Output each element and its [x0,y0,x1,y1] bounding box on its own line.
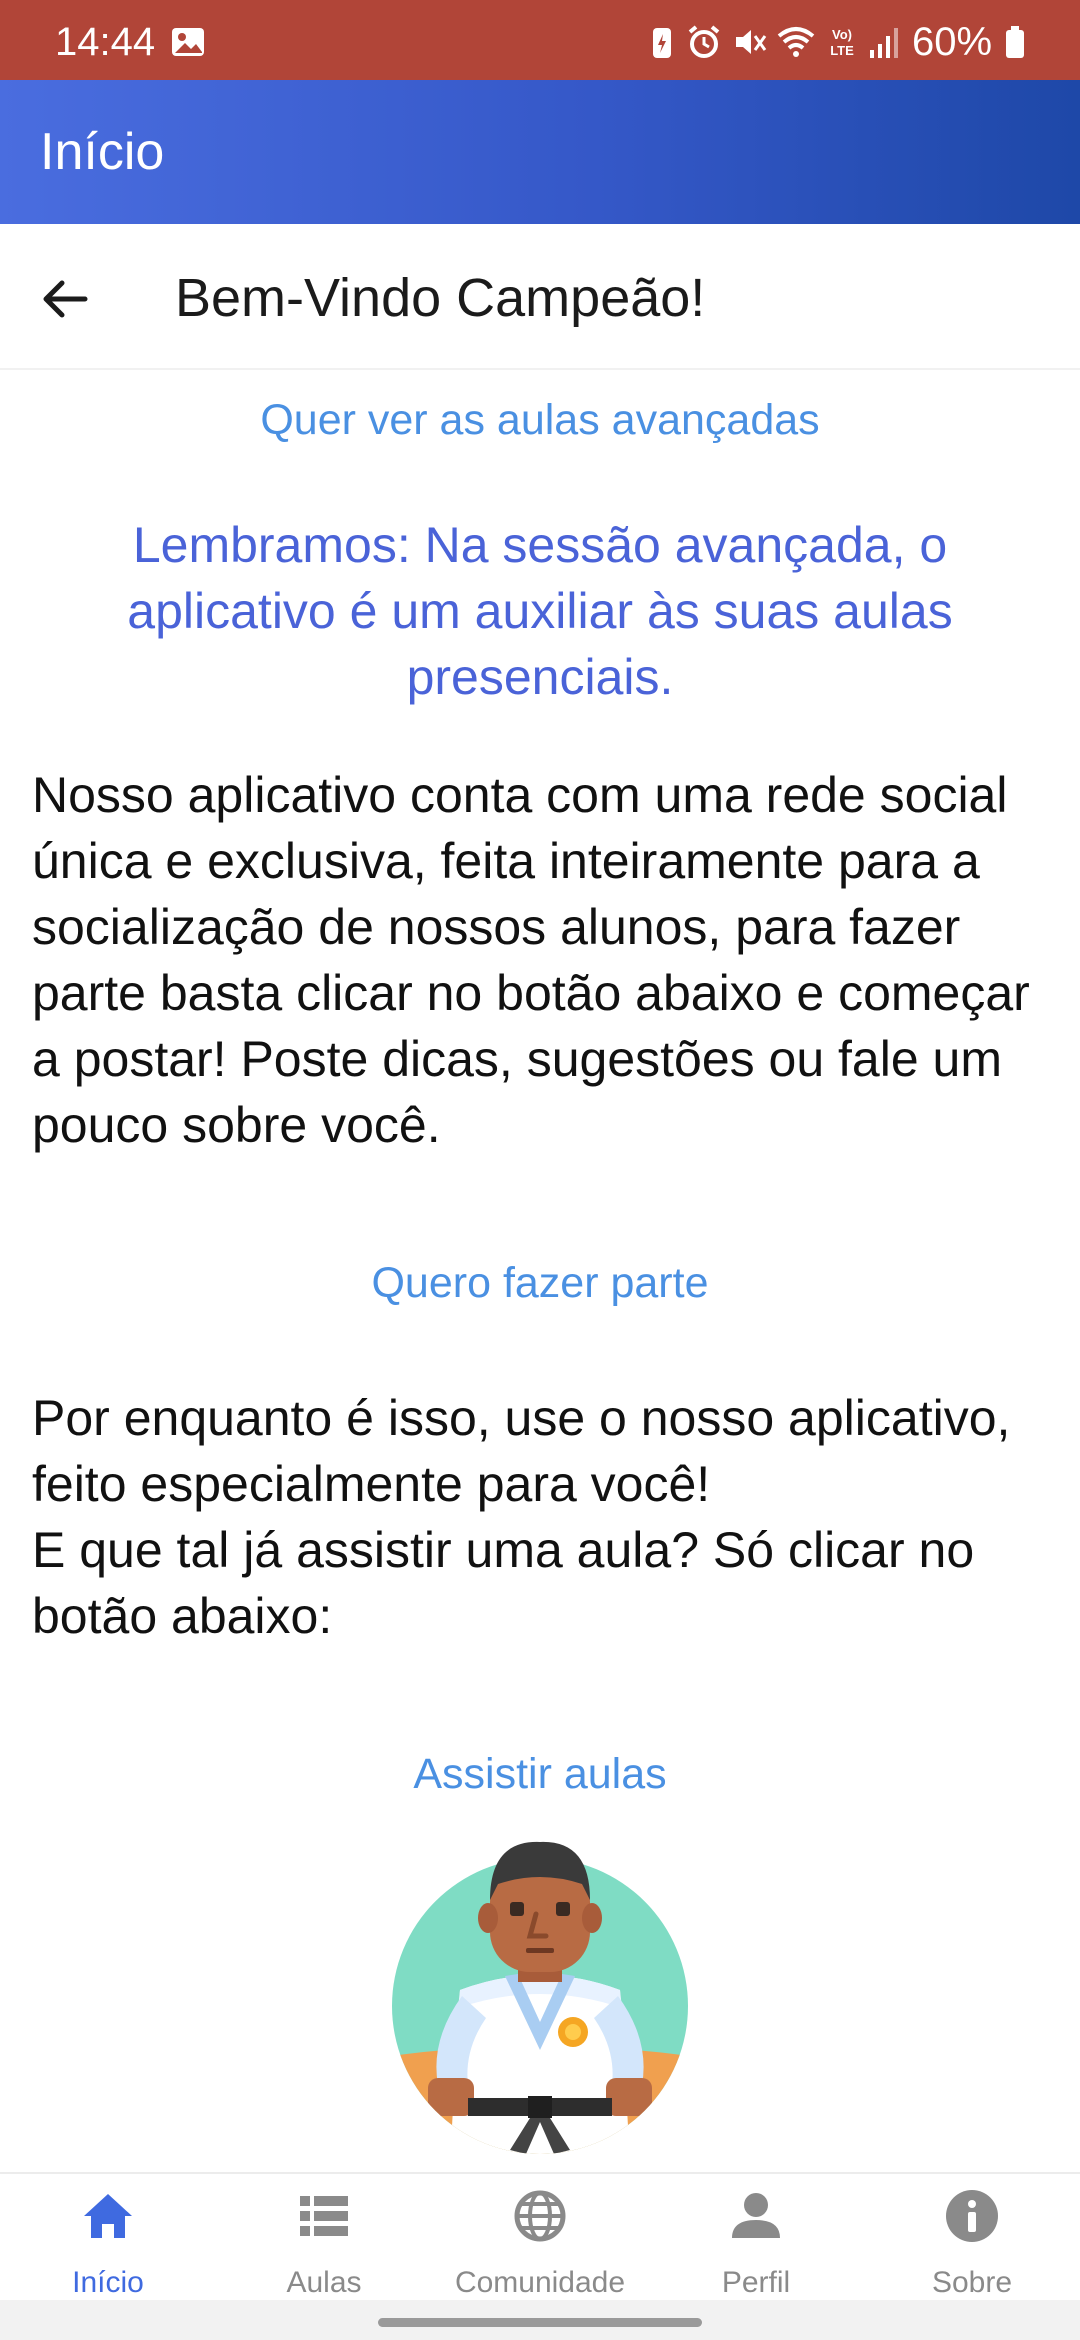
nav-label-comunidade: Comunidade [454,2266,626,2299]
nav-label-inicio: Início [72,2266,144,2299]
svg-text:LTE: LTE [830,43,854,58]
screen: 14:44 Vo) LTE 60% Início Bem-Vindo Campe… [0,0,1080,2340]
nav-item-comunidade[interactable]: Comunidade [432,2174,648,2302]
nav-item-perfil[interactable]: Perfil [648,2174,864,2302]
app-bar: Início [0,80,1080,224]
volte-icon: Vo) LTE [830,27,854,58]
nav-item-aulas[interactable]: Aulas [216,2174,432,2302]
battery-icon [1006,26,1024,58]
info-icon [946,2190,998,2242]
battery-percent: 60% [912,20,993,64]
person-icon [732,2193,780,2238]
wifi-icon [777,27,815,57]
home-icon [84,2194,132,2238]
nav-label-aulas: Aulas [286,2266,362,2299]
closing-line-1: Por enquanto é isso, use o nosso aplicat… [32,1390,1011,1512]
gallery-icon [172,28,204,56]
advanced-reminder-text: Lembramos: Na sessão avançada, o aplicat… [127,517,953,705]
mute-icon [736,30,767,54]
alarm-icon [688,25,720,58]
app-bar-title: Início [40,123,165,181]
gesture-area [0,2300,1080,2340]
nav-item-inicio[interactable]: Início [0,2174,216,2302]
home-gesture-bar[interactable] [378,2318,702,2327]
watch-classes-button[interactable]: Assistir aulas [0,1748,1080,1800]
nav-label-sobre: Sobre [931,2266,1013,2299]
page-title: Bem-Vindo Campeão! [175,268,706,328]
join-community-button[interactable]: Quero fazer parte [0,1257,1080,1309]
status-bar: 14:44 Vo) LTE 60% [0,0,1080,80]
closing-line-2: E que tal já assistir uma aula? Só clica… [32,1522,975,1644]
nav-label-perfil: Perfil [721,2266,791,2299]
nav-item-sobre[interactable]: Sobre [864,2174,1080,2302]
status-time: 14:44 [55,20,156,64]
signal-icon [870,28,898,58]
list-icon [300,2196,348,2236]
battery-saver-icon [653,28,671,58]
globe-icon [514,2190,566,2242]
bottom-navigation: Início Aulas Comunidade Perfil Sobre [0,2172,1080,2302]
svg-text:Vo): Vo) [832,27,852,42]
karate-student-illustration [392,1841,688,2154]
closing-paragraph: Por enquanto é isso, use o nosso aplicat… [32,1385,1042,1649]
social-network-paragraph: Nosso aplicativo conta com uma rede soci… [32,767,1030,1153]
advanced-classes-button[interactable]: Quer ver as aulas avançadas [0,394,1080,446]
back-arrow-icon[interactable] [30,264,100,334]
sub-header: Bem-Vindo Campeão! [0,224,1080,370]
